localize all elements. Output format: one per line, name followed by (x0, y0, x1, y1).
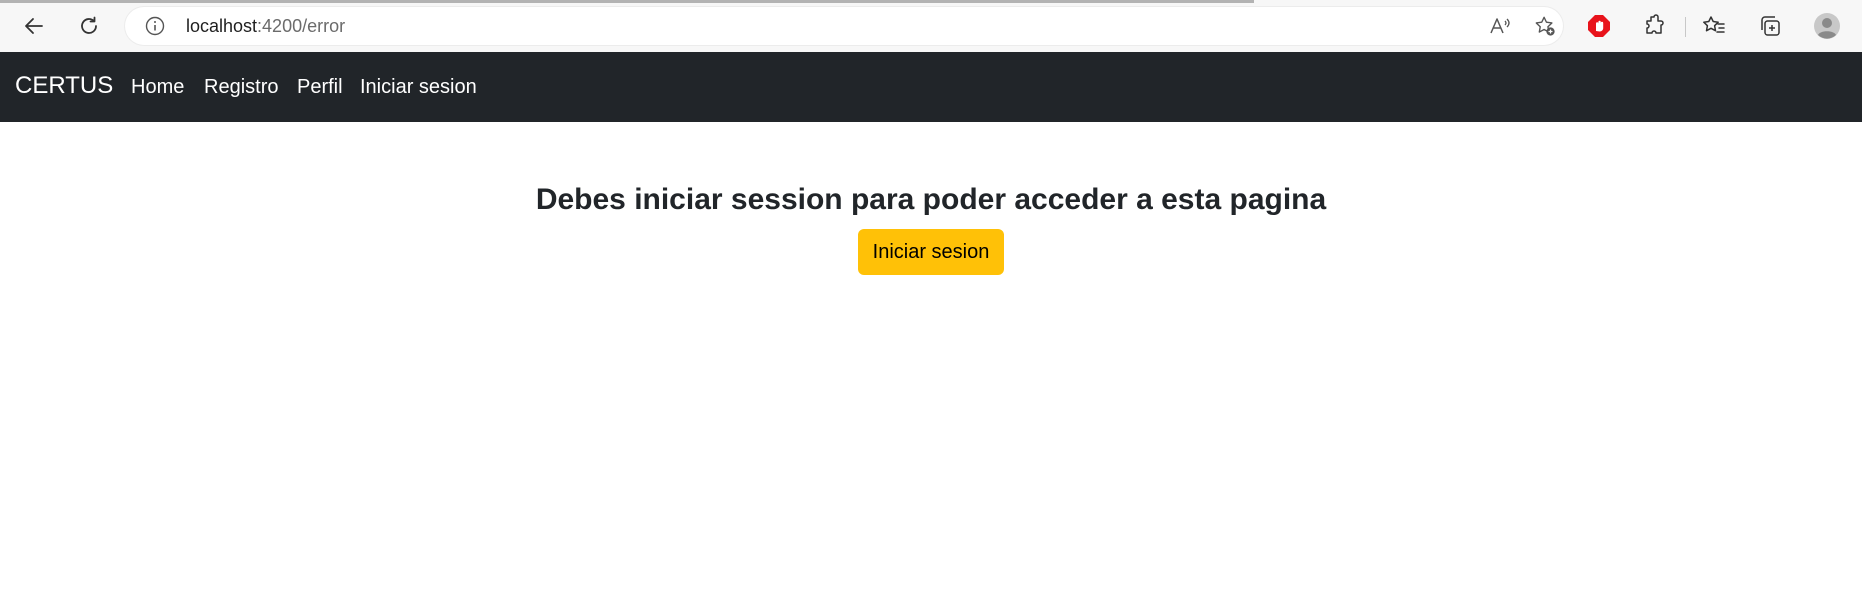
adblock-icon (1588, 15, 1610, 37)
favorites-button[interactable] (1700, 12, 1728, 40)
browser-toolbar: localhost:4200/error (0, 0, 1862, 52)
collections-button[interactable] (1756, 12, 1784, 40)
favorites-icon (1703, 16, 1725, 33)
page-title: Debes iniciar session para poder acceder… (535, 183, 1327, 216)
nav-link-iniciar-sesion[interactable]: Iniciar sesion (360, 76, 477, 99)
extensions-button[interactable] (1640, 12, 1668, 40)
url-path: :4200/error (257, 16, 346, 36)
address-bar[interactable]: localhost:4200/error (125, 7, 1563, 45)
nav-link-perfil[interactable]: Perfil (297, 76, 343, 99)
back-arrow-icon (25, 18, 43, 34)
extensions-icon (1646, 14, 1664, 34)
navbar-brand[interactable]: CERTUS (15, 72, 113, 100)
nav-link-home[interactable]: Home (131, 76, 184, 99)
toolbar-separator (1685, 17, 1686, 37)
page-load-indicator (0, 0, 1254, 3)
adblock-button[interactable] (1585, 12, 1613, 40)
nav-link-registro[interactable]: Registro (204, 76, 278, 99)
collections-icon (1761, 16, 1780, 36)
read-aloud-icon (1490, 18, 1510, 34)
add-favorite-button[interactable] (1534, 15, 1556, 37)
add-favorite-icon (1535, 16, 1555, 36)
read-aloud-button[interactable] (1489, 15, 1511, 37)
app-navbar: CERTUS Home Registro Perfil Iniciar sesi… (0, 52, 1862, 122)
info-icon[interactable] (145, 16, 165, 36)
url-host: localhost (186, 16, 258, 36)
profile-button[interactable] (1813, 12, 1841, 40)
login-button[interactable]: Iniciar sesion (858, 229, 1004, 275)
back-button[interactable] (17, 9, 51, 43)
reload-button[interactable] (72, 9, 106, 43)
profile-avatar-icon (1814, 13, 1840, 39)
url-text[interactable]: localhost:4200/error (186, 16, 345, 37)
reload-icon (81, 16, 97, 34)
